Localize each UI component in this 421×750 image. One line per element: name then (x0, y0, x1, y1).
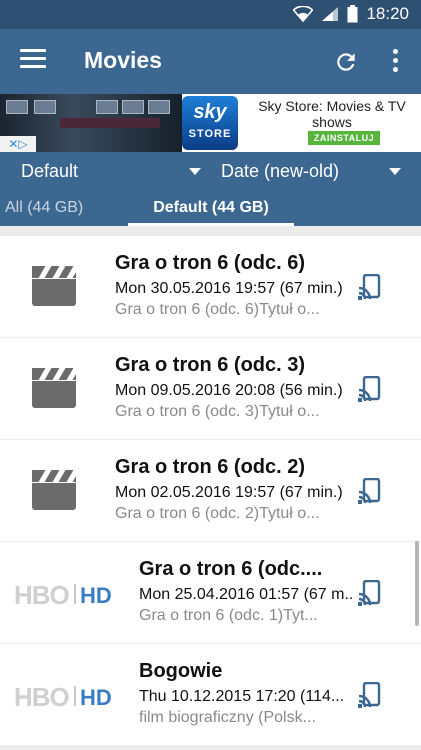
cast-icon[interactable] (357, 681, 382, 708)
list-item[interactable]: Gra o tron 6 (odc. 3) Mon 09.05.2016 20:… (0, 338, 421, 439)
overflow-menu-icon[interactable] (386, 49, 404, 75)
list-item[interactable]: HBO HD Bogowie Thu 10.12.2015 17:20 (114.… (0, 644, 421, 745)
install-button[interactable]: ZAINSTALUJ (308, 131, 380, 145)
item-title: Bogowie (139, 660, 223, 682)
list-item[interactable]: HBO HD Gra o tron 6 (odc.... Mon 25.04.20… (0, 542, 421, 643)
group-select[interactable]: Default (21, 161, 203, 182)
item-description: film biograficzny (Polsk... (139, 709, 316, 726)
clapperboard-icon (32, 368, 80, 408)
clapperboard-icon (32, 470, 80, 510)
ad-banner[interactable]: ✕▷ sky STORE Sky Store: Movies & TV show… (0, 94, 421, 152)
chevron-down-icon (389, 168, 401, 175)
menu-icon[interactable] (20, 49, 46, 71)
filter-bar: Default Date (new-old) (0, 152, 421, 192)
item-date: Mon 09.05.2016 20:08 (56 min.) (115, 382, 343, 399)
cast-icon[interactable] (357, 375, 382, 402)
tab-bar: All (44 GB) Default (44 GB) (0, 192, 421, 226)
list-item[interactable]: Gra o tron 6 (odc. 6) Mon 30.05.2016 19:… (0, 236, 421, 337)
scrollbar-thumb[interactable] (415, 541, 419, 626)
item-title: Gra o tron 6 (odc. 2) (115, 456, 306, 478)
sky-store-logo[interactable]: sky STORE (182, 96, 238, 150)
status-bar: 18:20 (0, 0, 421, 29)
hbo-hd-logo: HBO HD (14, 682, 112, 712)
signal-icon (321, 6, 339, 22)
cast-icon[interactable] (357, 579, 382, 606)
recordings-list[interactable]: Gra o tron 6 (odc. 6) Mon 30.05.2016 19:… (0, 232, 421, 750)
item-title: Gra o tron 6 (odc. 6) (115, 252, 306, 274)
adchoices-icon[interactable]: ✕▷ (0, 136, 36, 152)
clapperboard-icon (32, 266, 80, 306)
active-tab-indicator (128, 223, 294, 226)
list-item[interactable]: Gra o tron 6 (odc. 2) Mon 02.05.2016 19:… (0, 440, 421, 541)
item-description: Gra o tron 6 (odc. 3)Tytuł o... (115, 403, 320, 420)
ad-title[interactable]: Sky Store: Movies & TV shows (246, 98, 418, 130)
item-description: Gra o tron 6 (odc. 1)Tyt... (139, 607, 318, 624)
tab-all[interactable]: All (44 GB) (5, 199, 83, 217)
item-date: Mon 30.05.2016 19:57 (67 min.) (115, 280, 343, 297)
cast-icon[interactable] (357, 477, 382, 504)
hbo-hd-logo: HBO HD (14, 580, 112, 610)
item-title: Gra o tron 6 (odc.... (139, 558, 323, 580)
app-bar: Movies (0, 29, 421, 94)
item-description: Gra o tron 6 (odc. 6)Tytuł o... (115, 301, 320, 318)
item-date: Mon 25.04.2016 01:57 (67 m... (139, 586, 354, 603)
item-date: Thu 10.12.2015 17:20 (114... (139, 688, 345, 705)
chevron-down-icon (189, 168, 201, 175)
cast-icon[interactable] (357, 273, 382, 300)
refresh-icon[interactable] (333, 49, 359, 75)
wifi-icon (293, 6, 314, 22)
battery-icon (347, 5, 358, 23)
tab-default[interactable]: Default (44 GB) (128, 199, 294, 226)
page-title: Movies (84, 47, 162, 73)
item-title: Gra o tron 6 (odc. 3) (115, 354, 306, 376)
sort-select[interactable]: Date (new-old) (221, 161, 403, 182)
status-time: 18:20 (366, 4, 409, 23)
item-description: Gra o tron 6 (odc. 2)Tytuł o... (115, 505, 320, 522)
item-date: Mon 02.05.2016 19:57 (67 min.) (115, 484, 343, 501)
